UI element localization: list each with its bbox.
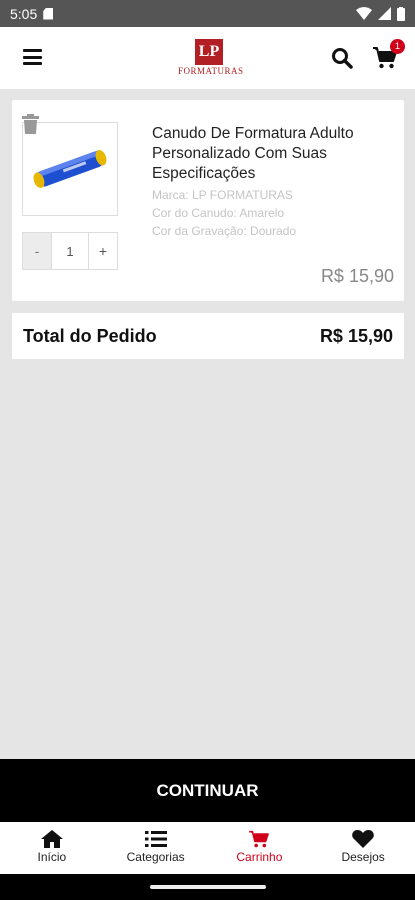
gesture-bar [0,874,415,900]
status-time: 5:05 [10,5,38,22]
status-bar: 5:05 [0,0,415,27]
product-attribute-engraving-color: Cor da Gravação: Dourado [152,224,297,238]
home-icon [40,830,63,848]
product-image[interactable] [22,122,118,216]
trash-icon[interactable] [22,114,39,134]
app-header: LP FORMATURAS 1 [0,27,415,89]
nav-item-categories-label: Categorias [126,850,185,864]
nav-item-cart-label: Carrinho [236,850,283,864]
heart-icon [352,830,374,848]
sd-card-icon [43,7,54,20]
logo-mark: LP [195,39,223,65]
home-gesture-pill[interactable] [150,885,266,889]
decrease-quantity-button[interactable]: - [23,233,51,269]
list-icon [144,831,167,847]
cart-item-card: - 1 + Canudo De Formatura Adulto Persona… [12,100,404,301]
nav-item-cart[interactable]: Carrinho [208,822,312,874]
nav-item-wishlist-label: Desejos [341,850,385,864]
order-total-label: Total do Pedido [23,325,157,346]
signal-icon [378,7,391,20]
brand-logo[interactable]: LP FORMATURAS [178,39,244,79]
bottom-navigation: Início Categorias Carrinho Desejos [0,822,415,874]
search-icon[interactable] [331,47,353,69]
nav-item-categories[interactable]: Categorias [104,822,208,874]
menu-icon[interactable] [23,49,42,65]
wifi-icon [356,7,372,20]
status-icons [356,6,405,21]
logo-text: FORMATURAS [178,66,244,76]
continue-button[interactable]: CONTINUAR [0,759,415,822]
order-total-card: Total do Pedido R$ 15,90 [12,313,404,359]
cart-icon [249,830,270,848]
product-attribute-tube-color: Cor do Canudo: Amarelo [152,206,285,220]
quantity-value[interactable]: 1 [51,233,89,269]
product-attribute-brand: Marca: LP FORMATURAS [152,188,293,202]
graduation-tube-image [33,150,107,188]
battery-icon [397,6,405,21]
cart-count-badge: 1 [390,39,405,54]
nav-item-home-label: Início [37,850,67,864]
increase-quantity-button[interactable]: + [89,233,117,269]
nav-item-home[interactable]: Início [0,822,104,874]
item-price: R$ 15,90 [320,266,394,286]
quantity-stepper: - 1 + [22,232,118,270]
order-total-value: R$ 15,90 [319,325,393,346]
nav-item-wishlist[interactable]: Desejos [311,822,415,874]
product-name[interactable]: Canudo De Formatura Adulto Personalizado… [152,124,392,184]
